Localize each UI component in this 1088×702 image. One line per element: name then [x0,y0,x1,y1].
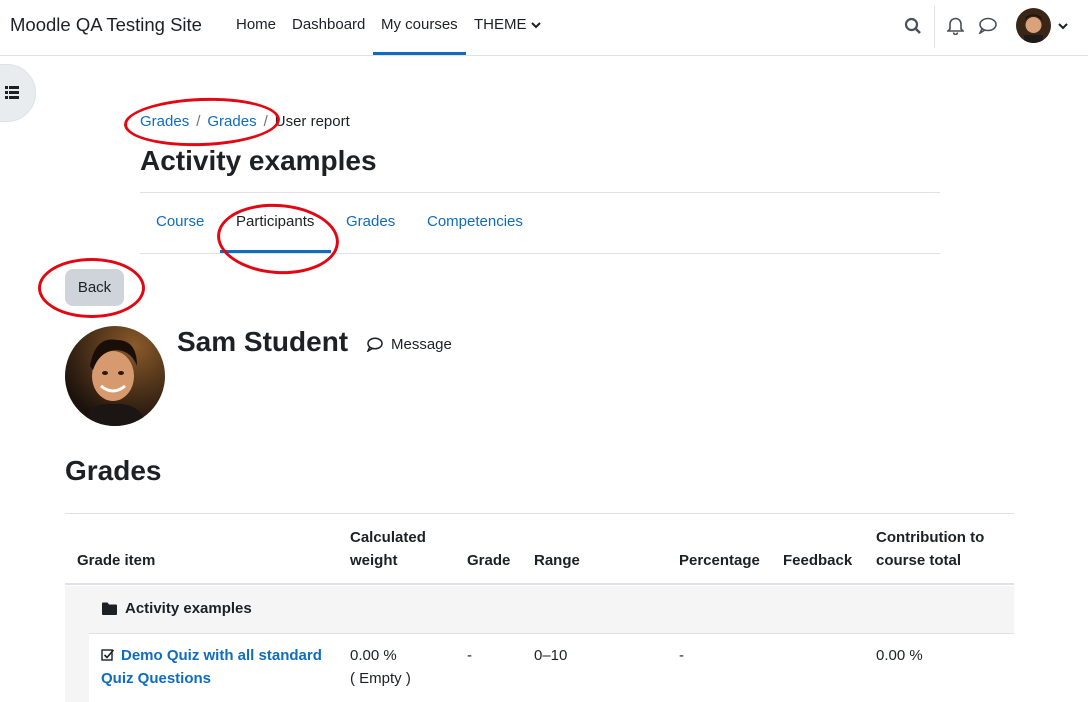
quiz-icon [101,649,115,661]
contribution-cell: 0.00 % [876,647,923,664]
header-contribution-line1: Contribution to [876,529,985,546]
breadcrumb-separator: / [196,113,201,130]
search-icon[interactable] [904,17,922,35]
header-weight-line2: weight [350,552,398,569]
nav-my-courses[interactable]: My courses [381,16,458,33]
tab-course[interactable]: Course [156,213,204,230]
grade-cell: - [467,647,472,664]
breadcrumb: Grades / Grades / User report [140,113,350,130]
breadcrumb-grades-1[interactable]: Grades [140,113,189,130]
tab-participants[interactable]: Participants [236,213,314,230]
chat-bubble-icon[interactable] [978,17,997,34]
percentage-cell: - [679,647,684,664]
header-contribution-line2: course total [876,552,962,569]
tab-active-indicator [220,250,331,253]
nav-home[interactable]: Home [236,16,276,33]
breadcrumb-grades-2[interactable]: Grades [207,113,256,130]
grade-item-line1: Demo Quiz with all standard [121,647,322,664]
message-label: Message [391,336,452,353]
user-full-name: Sam Student [177,326,349,357]
weight-cell: 0.00 % ( Empty ) [350,644,411,690]
grade-item-line2: Quiz Questions [101,670,212,687]
header-feedback: Feedback [783,552,853,569]
page-title: Activity examples [140,145,377,176]
header-contribution: Contribution to course total [876,526,984,572]
header-calculated-weight: Calculated weight [350,526,426,572]
header-weight-line1: Calculated [350,529,426,546]
folder-icon [102,602,117,615]
bell-icon[interactable] [947,16,964,35]
chevron-down-icon [530,22,541,29]
breadcrumb-separator: / [263,113,268,130]
tab-competencies[interactable]: Competencies [427,213,523,230]
weight-value: 0.00 % [350,647,397,664]
back-button[interactable]: Back [65,269,124,306]
site-name[interactable]: Moodle QA Testing Site [10,14,202,36]
nav-theme[interactable]: THEME [474,16,541,33]
header-grade-item: Grade item [77,552,156,569]
range-cell: 0–10 [534,647,568,664]
category-label: Activity examples [102,600,252,617]
table-row: Demo Quiz with all standard Quiz Question… [89,633,1014,702]
header-range: Range [534,552,580,569]
chevron-down-icon[interactable] [1058,22,1068,30]
grade-item-cell: Demo Quiz with all standard Quiz Question… [101,644,331,690]
category-row: Activity examples [65,586,1014,633]
user-grade-report-table: Grade item Calculated weight Grade Range … [65,513,1014,702]
nav-active-indicator [373,52,466,55]
user-profile-picture[interactable] [65,326,165,426]
tab-grades[interactable]: Grades [346,213,395,230]
weight-note: ( Empty ) [350,670,411,687]
table-header-row: Grade item Calculated weight Grade Range … [65,514,1014,585]
nav-divider [934,6,935,48]
secondary-navigation: Course Participants Grades Competencies [140,192,940,254]
category-name: Activity examples [125,600,252,617]
list-icon [5,86,19,99]
breadcrumb-current: User report [274,113,350,130]
category-indent [65,633,89,702]
chat-bubble-icon [366,337,383,353]
message-link[interactable]: Message [366,336,452,353]
header-percentage: Percentage [679,552,760,569]
header-grade: Grade [467,552,511,569]
user-avatar[interactable] [1016,8,1051,43]
nav-theme-label: THEME [474,16,527,33]
course-index-toggle[interactable] [0,64,36,122]
grades-heading: Grades [65,455,162,486]
grade-item-link[interactable]: Demo Quiz with all standard Quiz Question… [101,647,322,687]
top-navbar: Moodle QA Testing Site Home Dashboard My… [0,0,1088,56]
nav-dashboard[interactable]: Dashboard [292,16,365,33]
